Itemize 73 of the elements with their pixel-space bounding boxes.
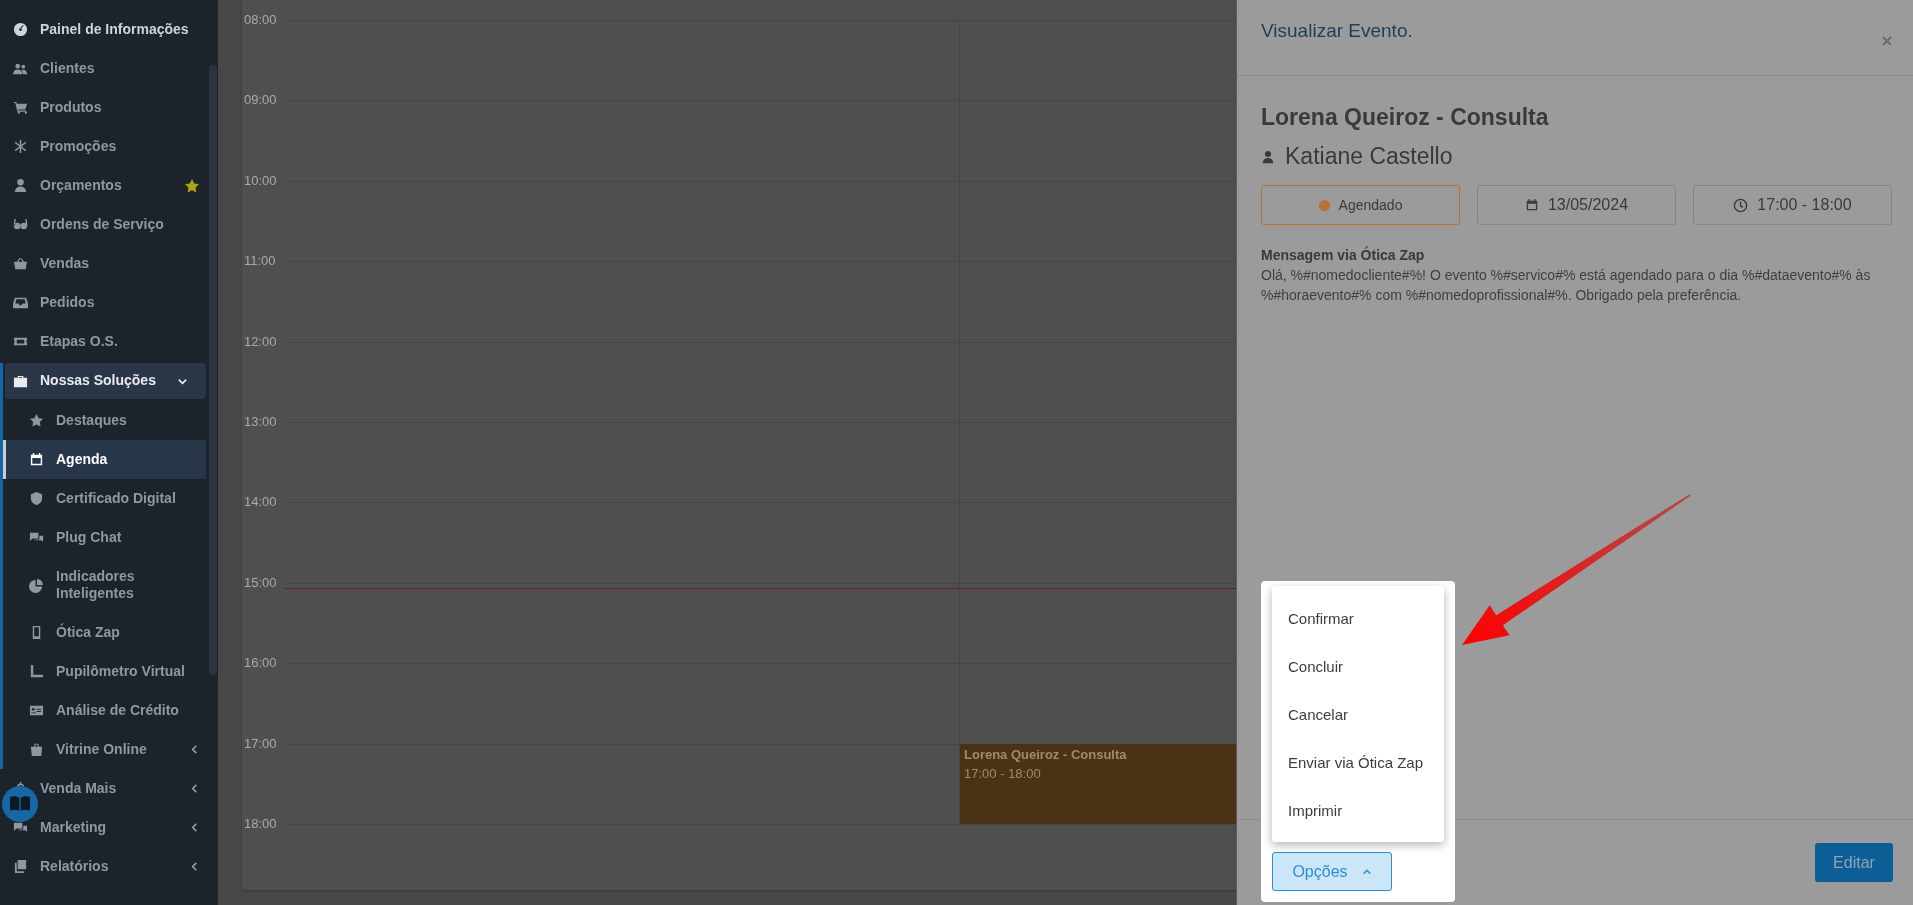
menu-item[interactable]: Enviar via Ótica Zap	[1272, 738, 1444, 786]
calendar-icon	[1524, 198, 1539, 212]
ruler-icon	[29, 664, 44, 679]
sidebar-item[interactable]: Marketing	[0, 808, 218, 847]
professional-name: Katiane Castello	[1285, 143, 1453, 170]
scrollbar[interactable]	[209, 65, 217, 675]
menu-item[interactable]: Imprimir	[1272, 786, 1444, 834]
sidebar-subitem[interactable]: Vitrine Online	[3, 730, 218, 769]
event-title: Lorena Queiroz - Consulta	[964, 746, 1128, 762]
sidebar-subitem[interactable]: Ótica Zap	[3, 613, 218, 652]
calendar-icon	[29, 452, 44, 467]
menu-item[interactable]: Cancelar	[1272, 690, 1444, 738]
event-time: 17:00 - 18:00	[1757, 196, 1852, 214]
hour-label: 18:00	[243, 815, 278, 832]
glasses-icon	[13, 217, 28, 232]
message-heading: Mensagem via Ótica Zap	[1261, 247, 1426, 263]
hour-label: 14:00	[243, 494, 278, 511]
star-icon	[29, 413, 44, 428]
sidebar-item[interactable]: Clientes	[0, 49, 218, 88]
sidebar-subitem[interactable]: Análise de Crédito	[3, 691, 218, 730]
sidebar-item[interactable]: Promoções	[0, 127, 218, 166]
hour-label: 08:00	[243, 12, 278, 28]
bag-icon	[29, 742, 44, 757]
status-label: Agendado	[1338, 197, 1403, 213]
users-icon	[13, 61, 28, 76]
hour-label: 17:00	[243, 735, 278, 752]
sidebar-item[interactable]: Produtos	[0, 88, 218, 127]
sidebar-item[interactable]: Painel de Informações	[0, 10, 218, 49]
sidebar-subitem[interactable]: Plug Chat	[3, 518, 218, 557]
hour-label: 15:00	[243, 574, 278, 591]
shield-icon	[29, 491, 44, 506]
tray-icon	[13, 295, 28, 310]
copy-icon	[13, 859, 28, 874]
cart-icon	[13, 100, 28, 115]
sidebar-item[interactable]: Nossas Soluções	[5, 363, 206, 399]
sidebar-item[interactable]: Orçamentos	[0, 166, 218, 205]
hour-label: 12:00	[243, 333, 278, 350]
sidebar-item[interactable]: Etapas O.S.	[0, 322, 218, 361]
hour-label: 13:00	[243, 413, 278, 430]
basket-icon	[13, 256, 28, 271]
event-title: Lorena Queiroz - Consulta	[1261, 104, 1550, 131]
hour-label: 16:00	[243, 655, 278, 672]
hour-label: 09:00	[243, 92, 278, 109]
sidebar-subitem[interactable]: Agenda	[3, 440, 206, 479]
menu-item[interactable]: Confirmar	[1272, 594, 1444, 642]
hour-label: 10:00	[243, 172, 278, 189]
sidebar-subitem[interactable]: Indicadores Inteligentes	[3, 557, 218, 613]
id-card-icon	[29, 703, 44, 718]
sidebar-subitem[interactable]: Destaques	[3, 401, 218, 440]
close-icon	[1882, 36, 1892, 46]
event-date: 13/05/2024	[1547, 196, 1629, 214]
person-icon	[1261, 149, 1275, 164]
gauge-icon	[13, 22, 28, 37]
sidebar-subitem[interactable]: Pupilômetro Virtual	[3, 652, 218, 691]
help-button[interactable]	[2, 786, 38, 822]
options-button[interactable]: Opções	[1272, 852, 1392, 891]
panel-title: Visualizar Evento.	[1261, 20, 1413, 42]
pie-chart-icon	[29, 577, 44, 593]
edit-button[interactable]: Editar	[1815, 843, 1893, 882]
menu-item[interactable]: Concluir	[1272, 642, 1444, 690]
briefcase-icon	[13, 373, 28, 389]
event-time: 17:00 - 18:00	[964, 765, 1042, 781]
hour-label: 11:00	[243, 253, 277, 270]
event-block[interactable]: Lorena Queiroz - Consulta 17:00 - 18:00	[960, 743, 1236, 824]
person-icon	[13, 178, 28, 193]
clock-icon	[1733, 197, 1749, 213]
sidebar-item[interactable]: Ordens de Serviço	[0, 205, 218, 244]
sidebar-item[interactable]: Relatórios	[0, 847, 218, 886]
sidebar-item[interactable]: Pedidos	[0, 283, 218, 322]
sidebar-item[interactable]: Vendas	[0, 244, 218, 283]
message-text: Olá, %#nomedocliente#%! O evento %#servico#% está agendado para o dia %#dataevento#% às %#horaevento#% com %#nomedoprofissional#%. Obrigado pela preferência.	[1261, 266, 1872, 305]
sidebar-subitem[interactable]: Certificado Digital	[3, 479, 218, 518]
asterisk-icon	[13, 139, 28, 154]
